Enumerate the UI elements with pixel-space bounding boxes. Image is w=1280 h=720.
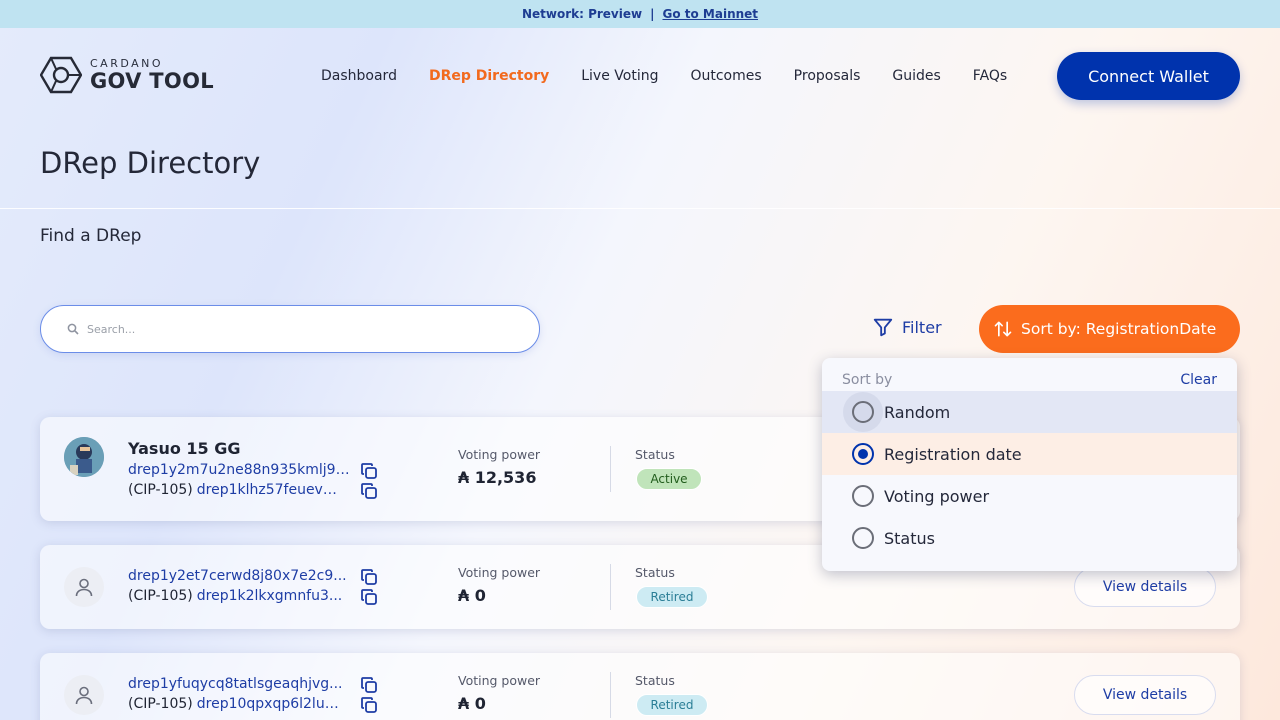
status-label: Status	[635, 565, 675, 580]
drep-id: drep1y2et7cerwd8j80x7e2c9...	[128, 568, 347, 584]
person-icon	[75, 686, 93, 705]
page-title: DRep Directory	[40, 146, 261, 180]
network-label: Network: Preview	[521, 7, 643, 21]
logo-big-text: GOV TOOL	[90, 69, 214, 93]
header: CARDANO GOV TOOL Dashboard DRep Director…	[0, 28, 1280, 124]
drep-id-line: drep1y2et7cerwd8j80x7e2c9...	[128, 568, 347, 584]
nav-drep-directory[interactable]: DRep Directory	[413, 66, 565, 86]
nav-guides[interactable]: Guides	[876, 66, 956, 86]
cip105-id: drep1k2lkxgmnfu3...	[196, 588, 343, 604]
main-nav: Dashboard DRep Directory Live Voting Out…	[305, 66, 1023, 86]
filter-label: Filter	[902, 317, 942, 337]
cip105-id-line: (CIP-105) drep10qpxqp6l2luz...	[128, 696, 344, 712]
govtool-logo-icon	[40, 56, 82, 94]
drep-id: drep1y2m7u2ne88n935kmlj9z...	[128, 462, 353, 478]
card-separator	[610, 446, 611, 492]
logo-small-text: CARDANO	[90, 57, 164, 70]
card-separator	[610, 672, 611, 718]
copy-icon[interactable]	[360, 482, 378, 500]
sort-option-registration-date[interactable]: Registration date	[822, 433, 1237, 475]
avatar	[64, 567, 104, 607]
sort-label: Sort by: RegistrationDate	[1021, 320, 1217, 338]
drep-id-line: drep1yfuqycq8tatlsgeaqhjvg...	[128, 676, 342, 692]
nav-outcomes[interactable]: Outcomes	[674, 66, 777, 86]
sort-arrows-icon	[994, 321, 1012, 337]
cip105-id-line: (CIP-105) drep1klhz57feuevd...	[128, 482, 344, 498]
cip-prefix: (CIP-105)	[128, 482, 193, 498]
voting-power-label: Voting power	[458, 447, 541, 462]
sort-option-status[interactable]: Status	[822, 517, 1237, 559]
avatar	[64, 437, 104, 477]
header-divider	[0, 208, 1280, 209]
sort-dropdown-header: Sort by	[842, 372, 893, 388]
status-badge: Retired	[636, 586, 708, 608]
sort-clear-button[interactable]: Clear	[1180, 372, 1217, 388]
find-drep-label: Find a DRep	[40, 226, 142, 246]
sort-option-random[interactable]: Random	[822, 391, 1237, 433]
voting-power-value: ₳ 0	[458, 586, 486, 605]
voting-power-value: ₳ 12,536	[458, 468, 537, 487]
search-input[interactable]	[87, 322, 487, 336]
copy-icon[interactable]	[360, 676, 378, 694]
card-separator	[610, 564, 611, 610]
drep-avatar-image	[64, 437, 104, 477]
cip105-id: drep1klhz57feuevd...	[196, 482, 344, 498]
cip-prefix: (CIP-105)	[128, 696, 193, 712]
drep-card: drep1yfuqycq8tatlsgeaqhjvg... (CIP-105) …	[40, 653, 1240, 720]
drep-id-line: drep1y2m7u2ne88n935kmlj9z...	[128, 462, 353, 478]
status-label: Status	[635, 447, 675, 462]
copy-icon[interactable]	[360, 568, 378, 586]
sort-option-label: Status	[884, 528, 935, 548]
sort-option-voting-power[interactable]: Voting power	[822, 475, 1237, 517]
drep-id: drep1yfuqycq8tatlsgeaqhjvg...	[128, 676, 343, 692]
cip105-id: drep10qpxqp6l2luz...	[196, 696, 344, 712]
voting-power-label: Voting power	[458, 565, 541, 580]
sort-option-label: Voting power	[884, 486, 990, 506]
sort-option-label: Registration date	[884, 444, 1022, 464]
nav-faqs[interactable]: FAQs	[957, 66, 1023, 86]
person-icon	[75, 578, 93, 597]
voting-power-label: Voting power	[458, 673, 541, 688]
avatar	[64, 675, 104, 715]
connect-wallet-button[interactable]: Connect Wallet	[1057, 52, 1240, 100]
filter-icon	[873, 318, 893, 337]
radio-icon	[852, 527, 874, 549]
search-box[interactable]	[40, 305, 540, 353]
status-badge: Active	[636, 468, 702, 490]
copy-icon[interactable]	[360, 696, 378, 714]
view-details-button[interactable]: View details	[1074, 567, 1216, 607]
radio-icon	[852, 401, 874, 423]
cip-prefix: (CIP-105)	[128, 588, 193, 604]
view-details-button[interactable]: View details	[1074, 675, 1216, 715]
copy-icon[interactable]	[360, 588, 378, 606]
filter-button[interactable]: Filter	[872, 316, 942, 338]
nav-dashboard[interactable]: Dashboard	[305, 66, 413, 86]
sort-button[interactable]: Sort by: RegistrationDate	[979, 305, 1240, 353]
cip105-id-line: (CIP-105) drep1k2lkxgmnfu3...	[128, 588, 342, 604]
banner-separator: |	[650, 7, 655, 21]
sort-option-label: Random	[884, 402, 951, 422]
status-label: Status	[635, 673, 675, 688]
nav-live-voting[interactable]: Live Voting	[565, 66, 674, 86]
voting-power-value: ₳ 0	[458, 694, 486, 713]
nav-proposals[interactable]: Proposals	[778, 66, 877, 86]
status-badge: Retired	[636, 694, 708, 716]
search-icon	[67, 323, 79, 335]
drep-name: Yasuo 15 GG	[128, 439, 241, 458]
copy-icon[interactable]	[360, 462, 378, 480]
radio-selected-icon	[852, 443, 874, 465]
sort-dropdown: Sort by Clear Random Registration date V…	[822, 358, 1237, 571]
go-to-mainnet-link[interactable]: Go to Mainnet	[662, 7, 758, 21]
radio-icon	[852, 485, 874, 507]
network-banner: Network: Preview | Go to Mainnet	[0, 0, 1280, 28]
logo[interactable]: CARDANO GOV TOOL	[40, 56, 214, 94]
